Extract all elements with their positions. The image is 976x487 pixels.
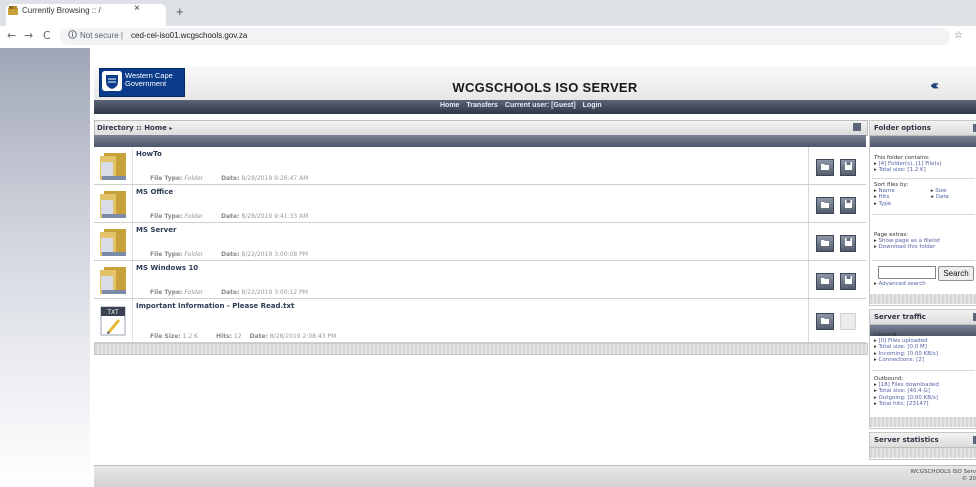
download-button-disabled bbox=[840, 313, 856, 330]
open-folder-button[interactable] bbox=[816, 235, 834, 252]
nav-current-user: Current user: [Guest] bbox=[504, 102, 576, 109]
file-meta: File Type: Folder Date: 8/22/2019 3:00:08… bbox=[150, 251, 308, 258]
server-statistics-title: Server statistics bbox=[874, 436, 939, 444]
save-icon bbox=[845, 238, 852, 246]
sort-hits[interactable]: Hits bbox=[879, 194, 890, 200]
folder-open-icon bbox=[821, 278, 829, 284]
page-extras: Page extras: ▸ Show page as a filelist ▸… bbox=[874, 232, 941, 251]
save-icon bbox=[845, 276, 852, 284]
search-input[interactable] bbox=[878, 266, 936, 279]
nav-home[interactable]: Home bbox=[440, 102, 459, 109]
favicon-icon bbox=[8, 6, 18, 15]
table-row[interactable]: HowTo File Type: Folder Date: 8/28/2019 9… bbox=[94, 147, 866, 185]
directory-header bbox=[94, 120, 868, 136]
table-row[interactable]: MS Server File Type: Folder Date: 8/22/20… bbox=[94, 223, 866, 261]
new-tab-button[interactable]: + bbox=[176, 4, 184, 19]
forward-icon[interactable]: → bbox=[24, 29, 33, 42]
open-folder-button[interactable] bbox=[816, 159, 834, 176]
file-name[interactable]: HowTo bbox=[136, 150, 162, 158]
folder-open-icon bbox=[821, 240, 829, 246]
txt-icon-label: TXT bbox=[106, 309, 119, 316]
back-icon[interactable]: ← bbox=[7, 29, 16, 42]
file-meta: File Type: Folder Date: 8/28/2019 9:26:47… bbox=[150, 175, 309, 182]
outbound-stats: Outbound: ▸ [18] Files downloaded ▸ Tota… bbox=[874, 376, 939, 407]
search-button[interactable]: Search bbox=[938, 266, 974, 281]
folder-icon bbox=[100, 229, 126, 256]
server-statistics-panel: Server statistics bbox=[869, 432, 976, 460]
tab-title: Currently Browsing :: / bbox=[22, 6, 101, 15]
directory-breadcrumb: Directory :: Home ▸ bbox=[97, 124, 173, 132]
table-row[interactable]: TXT Important Information - Please Read.… bbox=[94, 299, 866, 343]
reload-icon[interactable]: C bbox=[43, 29, 51, 42]
folder-options-title: Folder options bbox=[874, 124, 931, 132]
footer-text: WCGSCHOOLS ISO Serv © 20 bbox=[910, 469, 976, 482]
directory-footer bbox=[94, 343, 868, 355]
file-meta: File Size: 1.2 K Hits: 12 Date: 8/28/2019 … bbox=[150, 333, 337, 340]
tab-close-icon[interactable]: × bbox=[134, 3, 140, 14]
sort-name[interactable]: Name bbox=[879, 188, 895, 194]
site-title: WCGSCHOOLS ISO SERVER bbox=[452, 80, 638, 95]
server-traffic-panel: Server traffic Inbound: ▸ [0] Files uplo… bbox=[869, 309, 976, 429]
table-row[interactable]: MS Office File Type: Folder Date: 8/28/20… bbox=[94, 185, 866, 223]
advanced-search-link[interactable]: Advanced search bbox=[879, 281, 926, 287]
open-folder-button[interactable] bbox=[816, 273, 834, 290]
sort-size[interactable]: Size bbox=[935, 188, 946, 194]
crest-icon bbox=[102, 71, 122, 91]
folder-open-icon bbox=[821, 318, 829, 324]
folder-icon bbox=[100, 267, 126, 294]
nav-login[interactable]: Login bbox=[583, 102, 602, 109]
folder-icon bbox=[100, 191, 126, 218]
open-folder-button[interactable] bbox=[816, 197, 834, 214]
download-button[interactable] bbox=[840, 159, 856, 176]
nav-links: Home Transfers Current user: [Guest] Log… bbox=[440, 102, 607, 109]
folder-open-icon bbox=[821, 164, 829, 170]
bookmark-star-icon[interactable]: ☆ bbox=[954, 30, 963, 41]
save-icon bbox=[845, 200, 852, 208]
file-name[interactable]: MS Windows 10 bbox=[136, 264, 198, 272]
logo-text: Western Cape Government bbox=[125, 71, 173, 88]
file-meta: File Type: Folder Date: 8/22/2019 3:00:12… bbox=[150, 289, 308, 296]
collapse-icon[interactable] bbox=[853, 123, 861, 131]
file-name[interactable]: Important Information - Please Read.txt bbox=[136, 302, 294, 310]
directory-bar bbox=[94, 135, 866, 147]
sort-date[interactable]: Date bbox=[936, 194, 949, 200]
folder-options-panel: Folder options This folder contains: ▸ [… bbox=[869, 120, 976, 306]
save-icon bbox=[845, 162, 852, 170]
folder-contains: This folder contains: ▸ [4] Folder(s), [… bbox=[874, 155, 942, 174]
left-gradient-margin bbox=[0, 48, 90, 486]
file-name[interactable]: MS Office bbox=[136, 188, 173, 196]
folder-icon bbox=[100, 153, 126, 180]
back-arrows-icon[interactable]: ‹‹‹ bbox=[930, 78, 940, 94]
download-button[interactable] bbox=[840, 235, 856, 252]
file-meta: File Type: Folder Date: 8/28/2019 9:41:33… bbox=[150, 213, 309, 220]
download-button[interactable] bbox=[840, 273, 856, 290]
url-text: ced-cei-iso01.wcgschools.gov.za bbox=[131, 31, 248, 40]
download-button[interactable] bbox=[840, 197, 856, 214]
open-file-button[interactable] bbox=[816, 313, 834, 330]
nav-transfers[interactable]: Transfers bbox=[466, 102, 498, 109]
show-filelist-link[interactable]: Show page as a filelist bbox=[879, 238, 941, 244]
advanced-search: ▸ Advanced search bbox=[874, 281, 926, 287]
file-name[interactable]: MS Server bbox=[136, 226, 176, 234]
inbound-stats: Inbound: ▸ [0] Files uploaded ▸ Total si… bbox=[874, 332, 938, 363]
info-icon[interactable] bbox=[68, 30, 77, 39]
table-row[interactable]: MS Windows 10 File Type: Folder Date: 8/2… bbox=[94, 261, 866, 299]
sort-type[interactable]: Type bbox=[879, 201, 892, 207]
folder-open-icon bbox=[821, 202, 829, 208]
page-footer bbox=[94, 465, 976, 487]
server-traffic-title: Server traffic bbox=[874, 313, 926, 321]
not-secure-label: Not secure | bbox=[80, 31, 123, 40]
download-folder-link[interactable]: Download this folder bbox=[879, 244, 936, 250]
txt-file-icon: TXT bbox=[100, 306, 126, 336]
sort-options: Sort files by: ▸ Name ▸ Size ▸ Hits ▸ Date… bbox=[874, 182, 949, 207]
